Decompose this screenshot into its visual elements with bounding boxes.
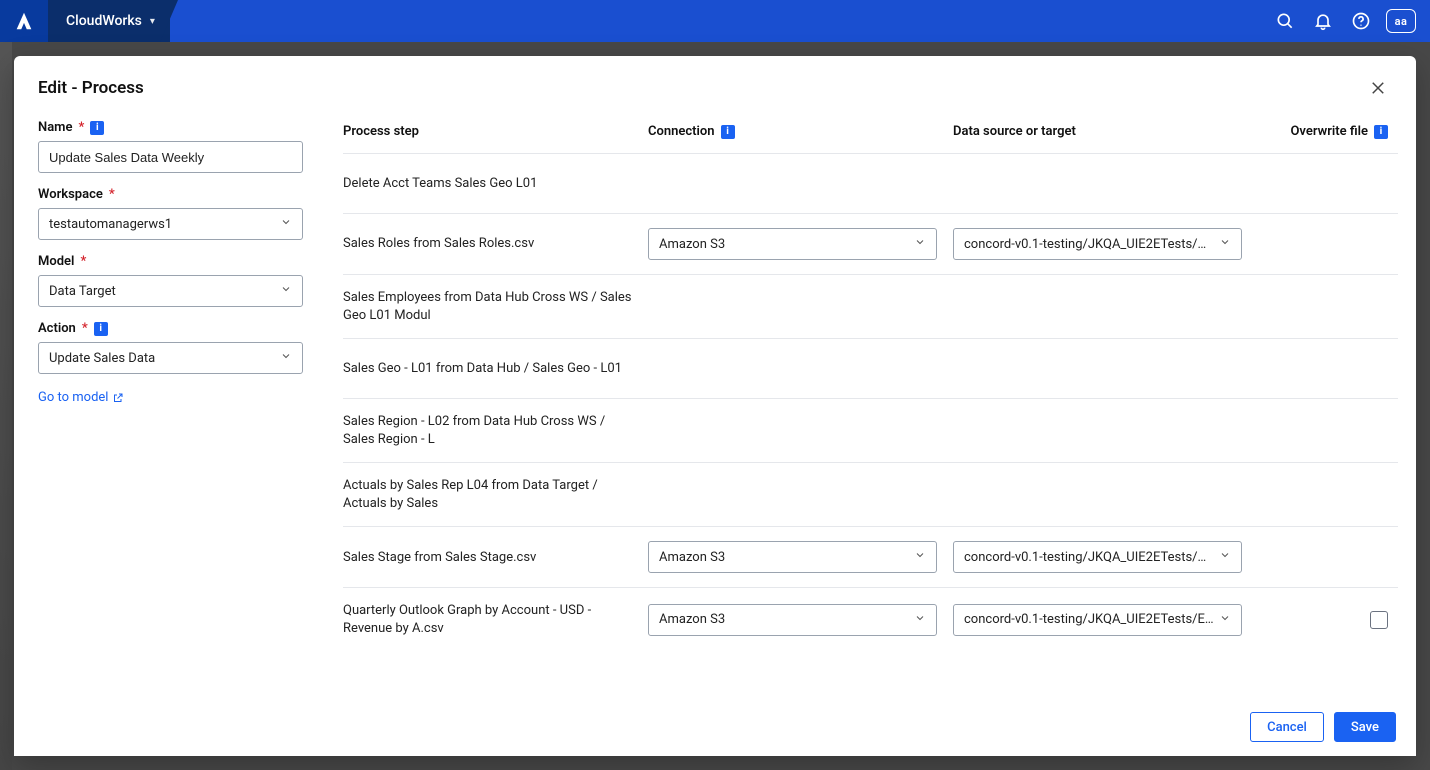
form-column: Name * i Workspace * testautomanagerws1: [14, 114, 319, 697]
chevron-down-icon: [280, 283, 292, 299]
action-field: Action * i Update Sales Data: [38, 321, 303, 374]
save-label: Save: [1351, 720, 1379, 735]
logo-icon: [13, 10, 35, 32]
topbar: CloudWorks ▾ aa: [0, 0, 1430, 42]
modal-header: Edit - Process: [14, 56, 1416, 114]
workspace-value: testautomanagerws1: [49, 217, 172, 232]
go-to-model-label: Go to model: [38, 390, 108, 405]
table-header-row: Process step Connection i Data source or…: [343, 114, 1398, 153]
workspace-select[interactable]: testautomanagerws1: [38, 208, 303, 240]
help-icon: [1351, 11, 1371, 31]
source-value: concord-v0.1-testing/JKQA_UIE2ETests/Dat…: [964, 550, 1214, 565]
info-icon[interactable]: i: [94, 322, 108, 336]
chevron-down-icon: [280, 350, 292, 366]
chevron-down-icon: [914, 236, 926, 252]
info-icon[interactable]: i: [90, 121, 104, 135]
product-name: CloudWorks: [66, 13, 142, 29]
info-icon[interactable]: i: [721, 125, 735, 139]
source-value: concord-v0.1-testing/JKQA_UIE2ETests/Exp…: [964, 612, 1214, 627]
close-icon: [1369, 79, 1387, 97]
overwrite-checkbox[interactable]: [1370, 611, 1388, 629]
notifications-button[interactable]: [1304, 0, 1342, 42]
go-to-model-link[interactable]: Go to model: [38, 390, 303, 405]
required-mark: *: [78, 120, 84, 135]
step-label: Sales Roles from Sales Roles.csv: [343, 235, 648, 253]
step-label: Delete Acct Teams Sales Geo L01: [343, 175, 648, 193]
connection-value: Amazon S3: [659, 550, 725, 565]
step-label: Sales Stage from Sales Stage.csv: [343, 549, 648, 567]
avatar-initials: aa: [1395, 15, 1408, 28]
required-mark: *: [82, 321, 88, 336]
close-button[interactable]: [1364, 74, 1392, 102]
product-switcher[interactable]: CloudWorks ▾: [48, 0, 178, 42]
connection-select[interactable]: Amazon S3: [648, 604, 937, 636]
app-logo[interactable]: [0, 0, 48, 42]
table-row: Sales Roles from Sales Roles.csv Amazon S…: [343, 213, 1398, 274]
source-select[interactable]: concord-v0.1-testing/JKQA_UIE2ETests/Exp…: [953, 604, 1242, 636]
search-button[interactable]: [1266, 0, 1304, 42]
source-select[interactable]: concord-v0.1-testing/JKQA_UIE2ETests/Dat…: [953, 228, 1242, 260]
chevron-down-icon: [1219, 612, 1231, 628]
help-button[interactable]: [1342, 0, 1380, 42]
step-label: Sales Employees from Data Hub Cross WS /…: [343, 289, 648, 324]
modal-title: Edit - Process: [38, 78, 144, 98]
source-select[interactable]: concord-v0.1-testing/JKQA_UIE2ETests/Dat…: [953, 541, 1242, 573]
chevron-down-icon: [280, 216, 292, 232]
workspace-field: Workspace * testautomanagerws1: [38, 187, 303, 240]
table-row: Sales Employees from Data Hub Cross WS /…: [343, 274, 1398, 338]
step-label: Sales Geo - L01 from Data Hub / Sales Ge…: [343, 360, 648, 378]
external-link-icon: [112, 392, 124, 404]
action-value: Update Sales Data: [49, 351, 155, 366]
chevron-down-icon: [914, 549, 926, 565]
table-row: Quarterly Outlook Graph by Account - USD…: [343, 587, 1398, 651]
model-field: Model * Data Target: [38, 254, 303, 307]
modal-footer: Cancel Save: [14, 697, 1416, 756]
workspace-label: Workspace: [38, 187, 103, 202]
table-row: Sales Region - L02 from Data Hub Cross W…: [343, 398, 1398, 462]
connection-select[interactable]: Amazon S3: [648, 541, 937, 573]
table-row: Actuals by Sales Rep L04 from Data Targe…: [343, 462, 1398, 526]
name-field: Name * i: [38, 120, 303, 173]
chevron-down-icon: [1219, 236, 1231, 252]
table-row: Sales Stage from Sales Stage.csv Amazon S…: [343, 526, 1398, 587]
chevron-down-icon: ▾: [150, 16, 155, 27]
connection-select[interactable]: Amazon S3: [648, 228, 937, 260]
step-label: Quarterly Outlook Graph by Account - USD…: [343, 602, 648, 637]
save-button[interactable]: Save: [1334, 712, 1396, 742]
name-label: Name: [38, 120, 72, 135]
header-overwrite: Overwrite file: [1290, 124, 1368, 139]
table-row: Delete Acct Teams Sales Geo L01: [343, 153, 1398, 213]
search-icon: [1275, 11, 1295, 31]
modal-backdrop: Edit - Process Name * i: [0, 42, 1430, 770]
chevron-down-icon: [914, 612, 926, 628]
connection-value: Amazon S3: [659, 612, 725, 627]
action-select[interactable]: Update Sales Data: [38, 342, 303, 374]
model-label: Model: [38, 254, 74, 269]
step-label: Sales Region - L02 from Data Hub Cross W…: [343, 413, 648, 448]
step-label: Actuals by Sales Rep L04 from Data Targe…: [343, 477, 648, 512]
name-input[interactable]: [38, 141, 303, 173]
header-connection: Connection: [648, 124, 715, 139]
modal-body: Name * i Workspace * testautomanagerws1: [14, 114, 1416, 697]
connection-value: Amazon S3: [659, 237, 725, 252]
model-value: Data Target: [49, 284, 116, 299]
action-label: Action: [38, 321, 76, 336]
source-value: concord-v0.1-testing/JKQA_UIE2ETests/Dat…: [964, 237, 1214, 252]
required-mark: *: [109, 187, 115, 202]
cancel-label: Cancel: [1267, 720, 1307, 735]
edit-process-modal: Edit - Process Name * i: [14, 56, 1416, 756]
table-row: Sales Geo - L01 from Data Hub / Sales Ge…: [343, 338, 1398, 398]
header-step: Process step: [343, 124, 648, 139]
header-source: Data source or target: [953, 124, 1258, 139]
info-icon[interactable]: i: [1374, 125, 1388, 139]
model-select[interactable]: Data Target: [38, 275, 303, 307]
chevron-down-icon: [1219, 549, 1231, 565]
user-avatar[interactable]: aa: [1386, 9, 1416, 33]
bell-icon: [1313, 11, 1333, 31]
cancel-button[interactable]: Cancel: [1250, 712, 1324, 742]
steps-table: Process step Connection i Data source or…: [319, 114, 1416, 697]
required-mark: *: [80, 254, 86, 269]
